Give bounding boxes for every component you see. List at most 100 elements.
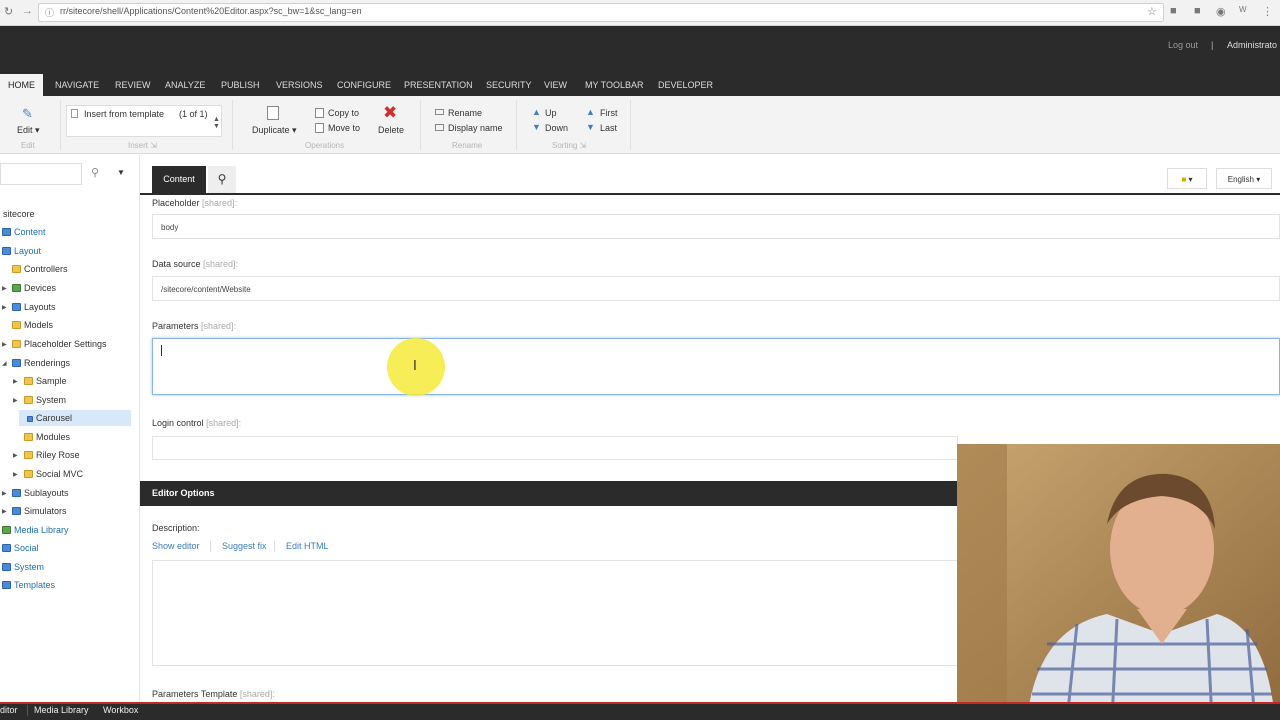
insert-from-template[interactable]: Insert from template — [84, 109, 164, 119]
menu-icon[interactable]: ⋮ — [1262, 5, 1273, 18]
tree-node-content[interactable]: Content — [2, 224, 46, 240]
suggest-fix-link[interactable]: Suggest fix — [222, 541, 267, 551]
last-button[interactable]: Last — [600, 123, 617, 133]
extension-icon[interactable]: W — [1239, 5, 1247, 14]
tree-node-sitecore[interactable]: sitecore — [3, 206, 35, 222]
tab-my-toolbar[interactable]: MY TOOLBAR — [585, 74, 644, 96]
scroll-down-icon[interactable]: ▲ ▼ — [213, 116, 220, 130]
forward-icon[interactable]: → — [22, 5, 33, 17]
extension-icon[interactable]: ■ — [1170, 5, 1177, 17]
tab-analyze[interactable]: ANALYZE — [165, 74, 205, 96]
delete-icon[interactable]: ✖ — [383, 103, 397, 123]
tab-versions[interactable]: VERSIONS — [276, 74, 323, 96]
camera-icon[interactable]: ◉ — [1216, 5, 1226, 18]
display-name-button[interactable]: Display name — [448, 123, 503, 133]
reload-icon[interactable]: ↻ — [4, 5, 13, 18]
down-arrow-icon: ▼ — [532, 122, 541, 132]
last-icon: ▼ — [586, 122, 595, 132]
bottom-tab-media-library[interactable]: Media Library — [34, 705, 89, 715]
tab-configure[interactable]: CONFIGURE — [337, 74, 391, 96]
tree-node-carousel[interactable]: Carousel — [27, 410, 72, 426]
expand-icon[interactable]: ▶ — [13, 452, 18, 459]
description-rich-text[interactable] — [152, 560, 958, 666]
down-button[interactable]: Down — [545, 123, 568, 133]
placeholder-field[interactable]: body — [152, 214, 1280, 239]
tree-node-controllers[interactable]: Controllers — [12, 261, 68, 277]
tab-developer[interactable]: DEVELOPER — [658, 74, 713, 96]
search-tab-icon[interactable]: ⚲ — [208, 166, 236, 193]
tab-review[interactable]: REVIEW — [115, 74, 151, 96]
duplicate-icon[interactable] — [267, 106, 279, 120]
chevron-down-icon[interactable]: ▼ — [117, 168, 125, 177]
tab-underline — [140, 193, 1280, 195]
extension-icon[interactable]: ■ — [1194, 5, 1201, 17]
devices-icon — [12, 284, 21, 292]
layout-icon — [2, 247, 11, 255]
edit-html-link[interactable]: Edit HTML — [286, 541, 329, 551]
media-library-icon — [2, 526, 11, 534]
search-icon[interactable]: ⚲ — [91, 166, 99, 179]
tab-presentation[interactable]: PRESENTATION — [404, 74, 473, 96]
tree-node-social[interactable]: Social — [2, 540, 39, 556]
tree-node-templates[interactable]: Templates — [2, 577, 55, 593]
tab-navigate[interactable]: NAVIGATE — [55, 74, 99, 96]
expand-icon[interactable]: ▶ — [13, 471, 18, 478]
tree-node-simulators[interactable]: Simulators — [12, 503, 67, 519]
expand-icon[interactable]: ▶ — [2, 490, 7, 497]
tree-node-riley-rose[interactable]: Riley Rose — [24, 447, 80, 463]
tree-node-sample[interactable]: Sample — [24, 373, 67, 389]
tab-publish[interactable]: PUBLISH — [221, 74, 260, 96]
login-control-field[interactable] — [152, 436, 958, 460]
tree-node-models[interactable]: Models — [12, 317, 53, 333]
section-editor-options[interactable]: Editor Options — [140, 481, 957, 506]
folder-icon — [24, 451, 33, 459]
collapse-icon[interactable]: ◢ — [2, 360, 7, 367]
tree-search-input[interactable] — [0, 163, 82, 185]
first-button[interactable]: First — [600, 108, 618, 118]
up-button[interactable]: Up — [545, 108, 557, 118]
expand-icon[interactable]: ▶ — [2, 304, 7, 311]
expand-icon[interactable]: ▶ — [2, 285, 7, 292]
edit-icon[interactable]: ✎ — [22, 106, 33, 122]
tree-node-placeholder-settings[interactable]: Placeholder Settings — [12, 336, 107, 352]
tree-node-system-sub[interactable]: System — [24, 392, 66, 408]
bookmark-star-icon[interactable]: ☆ — [1147, 5, 1157, 18]
parameters-textarea[interactable] — [152, 338, 1280, 395]
edit-button[interactable]: Edit ▾ — [17, 125, 40, 136]
language-select[interactable]: English ▾ — [1216, 168, 1272, 189]
tree-node-system[interactable]: System — [2, 559, 44, 575]
layouts-icon — [12, 303, 21, 311]
tab-security[interactable]: SECURITY — [486, 74, 532, 96]
tree-node-modules[interactable]: Modules — [24, 429, 70, 445]
folder-icon — [12, 321, 21, 329]
tree-node-social-mvc[interactable]: Social MVC — [24, 466, 83, 482]
flag-dropdown-icon[interactable]: ■ ▾ — [1167, 168, 1207, 189]
expand-icon[interactable]: ▶ — [13, 397, 18, 404]
group-label-rename: Rename — [452, 141, 483, 150]
user-name[interactable]: Administrato — [1227, 40, 1277, 50]
tree-node-devices[interactable]: Devices — [12, 280, 56, 296]
bottom-tab-editor[interactable]: Editor — [0, 705, 18, 715]
duplicate-button[interactable]: Duplicate ▾ — [252, 125, 297, 136]
tree-node-sublayouts[interactable]: Sublayouts — [12, 485, 69, 501]
expand-icon[interactable]: ▶ — [2, 341, 7, 348]
tab-content[interactable]: Content — [152, 166, 206, 193]
move-to-button[interactable]: Move to — [328, 123, 360, 133]
tab-home[interactable]: HOME — [0, 74, 43, 96]
tree-node-media-library[interactable]: Media Library — [2, 522, 69, 538]
tree-node-layouts[interactable]: Layouts — [12, 299, 56, 315]
delete-button[interactable]: Delete — [378, 125, 404, 135]
copy-to-button[interactable]: Copy to — [328, 108, 359, 118]
datasource-field[interactable]: /sitecore/content/Website — [152, 276, 1280, 301]
expand-icon[interactable]: ▶ — [2, 508, 7, 515]
expand-icon[interactable]: ▶ — [13, 378, 18, 385]
rename-button[interactable]: Rename — [448, 108, 482, 118]
url-text[interactable]: rr/sitecore/shell/Applications/Content%2… — [60, 6, 362, 16]
bottom-tab-workbox[interactable]: Workbox — [103, 705, 138, 715]
tree-node-layout[interactable]: Layout — [2, 243, 41, 259]
tab-view[interactable]: VIEW — [544, 74, 567, 96]
show-editor-link[interactable]: Show editor — [152, 541, 200, 551]
link-separator — [274, 541, 275, 552]
tree-node-renderings[interactable]: Renderings — [12, 355, 70, 371]
logout-link[interactable]: Log out — [1168, 40, 1198, 50]
